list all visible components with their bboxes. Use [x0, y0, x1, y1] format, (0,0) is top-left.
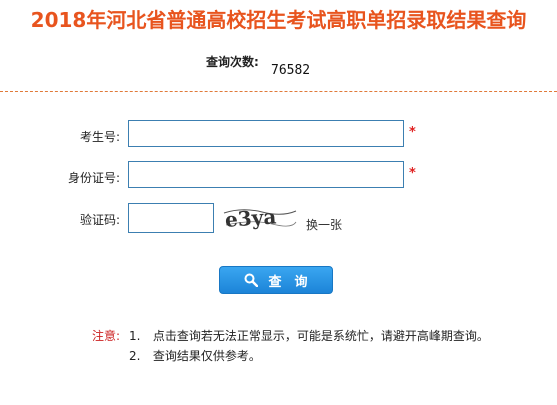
query-button[interactable]: 查 询 — [219, 266, 333, 294]
query-count-value: 76582 — [271, 63, 311, 78]
id-number-label: 身份证号: — [67, 171, 120, 185]
note-text: 点击查询若无法正常显示，可能是系统忙，请避开高峰期查询。 — [152, 329, 489, 343]
note-number: 1. — [129, 329, 141, 343]
query-count: 查询次数: 76582 — [0, 50, 557, 80]
note-text: 查询结果仅供参考。 — [152, 349, 261, 363]
query-count-label: 查询次数: — [206, 55, 259, 69]
divider — [0, 91, 557, 92]
note-number: 2. — [129, 349, 141, 363]
note-item: 1. 点击查询若无法正常显示，可能是系统忙，请避开高峰期查询。 — [129, 327, 489, 344]
id-number-input[interactable] — [128, 161, 404, 188]
query-button-label: 查 询 — [268, 274, 308, 290]
exam-number-row: 考生号: * — [0, 120, 557, 152]
captcha-label: 验证码: — [79, 213, 120, 227]
captcha-input[interactable] — [128, 203, 214, 233]
note-item: 2. 查询结果仅供参考。 — [129, 347, 261, 364]
required-mark: * — [409, 125, 416, 140]
exam-number-label: 考生号: — [79, 130, 120, 144]
notes-label: 注意: — [92, 329, 121, 343]
captcha-image[interactable]: e3ya — [222, 203, 298, 233]
refresh-captcha-link[interactable]: 换一张 — [306, 216, 342, 233]
captcha-text: e3ya — [224, 204, 277, 232]
id-number-row: 身份证号: * — [0, 161, 557, 193]
page-title: 2018年河北省普通高校招生考试高职单招录取结果查询 — [30, 8, 527, 32]
exam-number-input[interactable] — [128, 120, 404, 147]
search-icon — [244, 273, 259, 287]
required-mark: * — [409, 166, 416, 181]
captcha-row: 验证码: e3ya 换一张 — [0, 203, 557, 235]
